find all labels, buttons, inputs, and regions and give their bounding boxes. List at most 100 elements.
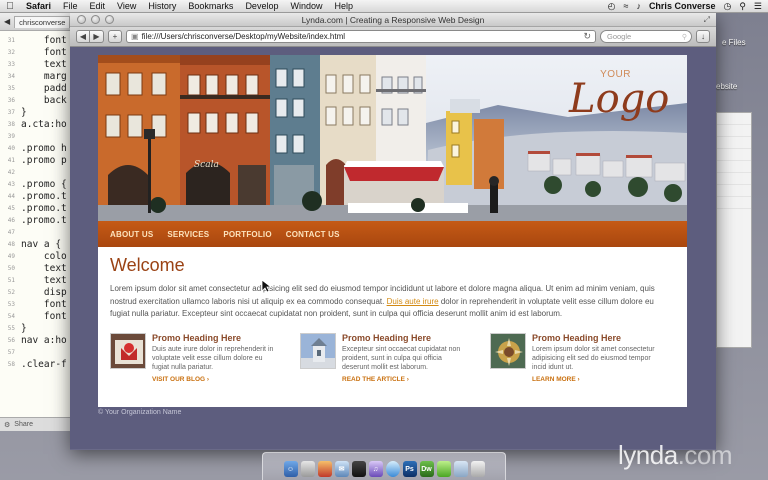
code-line: .promo.t xyxy=(21,203,67,214)
line-number: 40 xyxy=(7,145,15,152)
line-number: 49 xyxy=(7,253,15,260)
promo-thumbnail xyxy=(300,332,336,369)
mail-icon[interactable]: ✉ xyxy=(334,461,349,477)
clock-icon[interactable]: ◷ xyxy=(723,1,731,12)
photos-icon[interactable] xyxy=(317,461,332,477)
spotlight-icon[interactable]: ⚲ xyxy=(739,1,746,12)
safari-window: Lynda.com | Creating a Responsive Web De… xyxy=(70,13,716,450)
menu-develop[interactable]: Develop xyxy=(239,1,284,11)
nav-link-portfolio[interactable]: PORTFOLIO xyxy=(223,230,271,239)
reload-icon[interactable]: ↻ xyxy=(583,31,591,42)
nav-link-about[interactable]: ABOUT US xyxy=(110,230,153,239)
line-number: 52 xyxy=(7,289,15,296)
finder-item-label[interactable]: e Files xyxy=(722,38,746,47)
intro-paragraph: Lorem ipsum dolor sit amet consectetur a… xyxy=(110,283,675,321)
volume-icon[interactable]: ♪ xyxy=(636,1,641,11)
menu-view[interactable]: View xyxy=(111,1,142,11)
promo-text: Excepteur sint occaecat cupidatat non pr… xyxy=(342,345,461,371)
code-line: disp xyxy=(21,287,67,298)
menu-help[interactable]: Help xyxy=(328,1,359,11)
line-number: 57 xyxy=(7,349,15,356)
code-line: font xyxy=(21,311,67,322)
window-title: Lynda.com | Creating a Responsive Web De… xyxy=(301,14,485,25)
promo-text: Lorem ipsum dolor sit amet consectetur a… xyxy=(532,345,655,371)
code-line: } xyxy=(21,107,27,118)
promo-link-blog[interactable]: VISIT OUR BLOG › xyxy=(152,376,279,383)
promo-heading: Promo Heading Here xyxy=(152,332,242,343)
search-placeholder: Google xyxy=(607,32,632,41)
forward-button[interactable]: ▶ xyxy=(90,30,104,43)
line-number: 56 xyxy=(7,337,15,344)
search-field[interactable]: Google ⚲ xyxy=(600,30,692,43)
promo-text: Duis aute irure dolor in reprehenderit i… xyxy=(152,345,274,371)
welcome-heading: Welcome xyxy=(110,255,185,275)
address-text: file:///Users/chrisconverse/Desktop/myWe… xyxy=(141,32,346,41)
photoshop-icon[interactable]: Ps xyxy=(402,461,417,477)
downloads-button[interactable]: ↓ xyxy=(696,30,710,43)
back-button[interactable]: ◀ xyxy=(76,30,90,43)
preview-icon[interactable] xyxy=(300,461,315,477)
trash-icon[interactable] xyxy=(470,461,485,477)
menu-window[interactable]: Window xyxy=(284,1,328,11)
code-text[interactable]: font font text marg padd back} a.cta:ho .p… xyxy=(18,35,67,371)
safari-icon[interactable] xyxy=(385,461,400,477)
minimize-window-button[interactable] xyxy=(91,15,100,24)
promo-link-article[interactable]: READ THE ARTICLE › xyxy=(342,376,469,383)
search-icon: ⚲ xyxy=(681,33,687,41)
editor-tab[interactable]: chrisconverse xyxy=(14,15,71,28)
finder-icon[interactable]: ☺ xyxy=(283,461,298,477)
line-number: 53 xyxy=(7,301,15,308)
address-bar[interactable]: ▣ file:///Users/chrisconverse/Desktop/my… xyxy=(126,30,596,43)
dreamweaver-icon[interactable]: Dw xyxy=(419,461,434,477)
terminal-icon[interactable] xyxy=(351,461,366,477)
timemachine-icon[interactable]: ◴ xyxy=(608,1,616,12)
editor-back-icon[interactable]: ◀ xyxy=(4,17,10,26)
menu-app-safari[interactable]: Safari xyxy=(20,1,57,11)
promo-block: Promo Heading Here Duis aute irure dolor… xyxy=(110,332,279,383)
zoom-window-button[interactable] xyxy=(105,15,114,24)
menu-edit[interactable]: Edit xyxy=(84,1,112,11)
line-number: 45 xyxy=(7,205,15,212)
fullscreen-icon[interactable]: ⤢ xyxy=(704,15,710,25)
menu-file[interactable]: File xyxy=(57,1,84,11)
lynda-watermark: lynda.com xyxy=(618,440,733,471)
line-number: 33 xyxy=(7,61,15,68)
user-name[interactable]: Chris Converse xyxy=(649,1,716,11)
line-number: 41 xyxy=(7,157,15,164)
finder-item-label[interactable]: ebsite xyxy=(716,82,737,91)
apple-menu-icon[interactable]:  xyxy=(0,1,20,12)
code-line: text xyxy=(21,275,67,286)
line-number: 47 xyxy=(7,229,15,236)
intro-inline-link[interactable]: Duis aute irure xyxy=(387,297,439,306)
promo-link-learn[interactable]: LEARN MORE › xyxy=(532,376,659,383)
share-label[interactable]: Share xyxy=(14,421,33,428)
site-navbar: ABOUT US SERVICES PORTFOLIO CONTACT US xyxy=(98,221,687,247)
messages-icon[interactable] xyxy=(436,461,451,477)
web-viewport[interactable]: Scala YOUR Logo ABOUT US SERVICES PORTFO… xyxy=(70,47,716,449)
line-number: 51 xyxy=(7,277,15,284)
logo-word: Logo xyxy=(569,76,670,122)
site-logo[interactable]: YOUR Logo xyxy=(569,69,670,122)
close-window-button[interactable] xyxy=(77,15,86,24)
nav-link-services[interactable]: SERVICES xyxy=(167,230,209,239)
wifi-icon[interactable]: ≈ xyxy=(623,1,628,11)
nav-link-contact[interactable]: CONTACT US xyxy=(286,230,340,239)
code-line: marg xyxy=(21,71,67,82)
menu-history[interactable]: History xyxy=(142,1,182,11)
line-number: 34 xyxy=(7,73,15,80)
itunes-icon[interactable]: ♫ xyxy=(368,461,383,477)
line-number: 32 xyxy=(7,49,15,56)
notification-icon[interactable]: ☰ xyxy=(754,1,762,12)
new-tab-button[interactable]: + xyxy=(108,30,122,43)
code-line: text xyxy=(21,263,67,274)
svg-text:Scala: Scala xyxy=(194,160,219,170)
site-footer: © Your Organization Name xyxy=(98,409,182,416)
gear-icon[interactable]: ⚙ xyxy=(4,421,10,429)
folder-icon[interactable] xyxy=(453,461,468,477)
line-number: 50 xyxy=(7,265,15,272)
code-line: nav a { xyxy=(21,239,62,250)
hero-banner: Scala YOUR Logo xyxy=(98,55,687,221)
menu-bookmarks[interactable]: Bookmarks xyxy=(182,1,239,11)
